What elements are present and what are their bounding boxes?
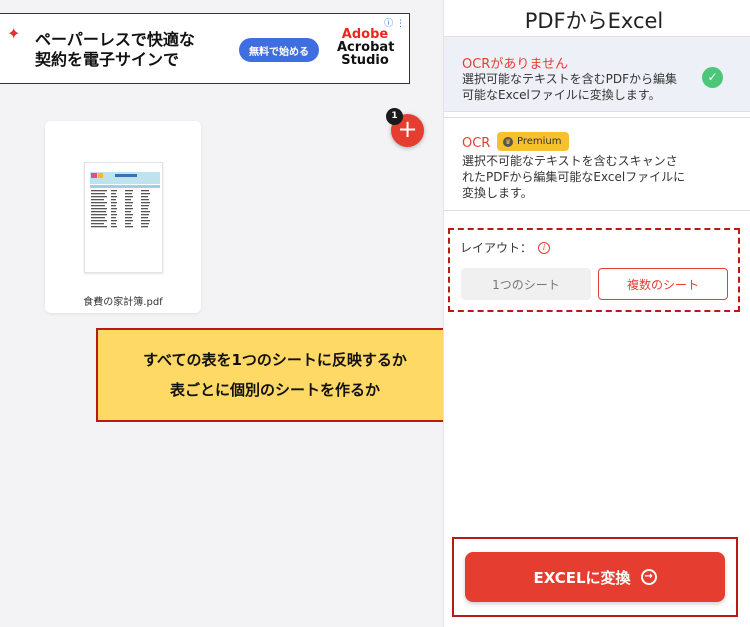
ad-headline-line2: 契約を電子サインで <box>35 50 180 69</box>
convert-excel-button[interactable]: EXCELに変換 → <box>465 552 725 602</box>
premium-badge: ♛ Premium <box>497 132 569 151</box>
option-no-ocr[interactable]: OCRがありません 選択可能なテキストを含むPDFから編集 可能なExcelファ… <box>444 36 750 112</box>
ad-headline: ペーパーレスで快適な 契約を電子サインで <box>35 30 195 70</box>
pdf-thumbnail <box>84 162 163 273</box>
option-no-ocr-desc: 選択可能なテキストを含むPDFから編集 可能なExcelファイルに変換します。 <box>462 71 677 103</box>
option-ocr-desc: 選択不可能なテキストを含むスキャンさ れたPDFから編集可能なExcelファイル… <box>462 153 685 201</box>
option-ocr-desc-line2: れたPDFから編集可能なExcelファイルに <box>462 170 686 184</box>
file-name: 食費の家計簿.pdf <box>83 297 163 308</box>
option-no-ocr-desc-line1: 選択可能なテキストを含むPDFから編集 <box>462 72 678 86</box>
layout-section: レイアウト： i 1つのシート 複数のシート <box>448 228 740 312</box>
annotation-callout: すべての表を1つのシートに反映するか 表ごとに個別のシートを作るか <box>96 328 454 422</box>
arrow-right-icon: → <box>640 569 657 585</box>
ad-headline-line1: ペーパーレスで快適な <box>35 30 195 49</box>
info-icon[interactable]: i <box>538 241 551 254</box>
ad-cta-button[interactable]: 無料で始める <box>239 38 319 62</box>
convert-highlight: EXCELに変換 → <box>452 537 738 617</box>
adobe-logo-line3: Studio <box>341 53 389 68</box>
layout-multiple-sheets-button[interactable]: 複数のシート <box>598 268 728 300</box>
option-ocr-title: OCR <box>462 136 491 151</box>
callout-line2: 表ごとに個別のシートを作るか <box>169 381 380 399</box>
crown-icon: ♛ <box>503 136 513 147</box>
option-ocr-desc-line3: 変換します。 <box>462 186 533 200</box>
panel-title: PDFからExcel <box>524 9 664 33</box>
file-card[interactable]: 食費の家計簿.pdf <box>45 121 201 313</box>
sparkle-icon: ✦ <box>7 24 21 43</box>
adobe-logo: Adobe Acrobat Studio <box>337 28 394 68</box>
option-ocr-desc-line1: 選択不可能なテキストを含むスキャンさ <box>462 154 678 168</box>
callout-line1: すべての表を1つのシートに反映するか <box>143 351 407 369</box>
premium-label: Premium <box>517 136 562 147</box>
check-icon: ✓ <box>702 67 723 88</box>
convert-label: EXCELに変換 <box>533 568 631 587</box>
pdf-thumbnail-image <box>90 172 160 228</box>
file-count-badge: 1 <box>386 108 403 125</box>
option-no-ocr-title: OCRがありません <box>462 57 568 72</box>
option-no-ocr-desc-line2: 可能なExcelファイルに変換します。 <box>462 88 661 102</box>
workspace: ✦ ペーパーレスで快適な 契約を電子サインで 無料で始める Adobe Acro… <box>0 0 454 627</box>
options-panel: PDFからExcel OCRがありません 選択可能なテキストを含むPDFから編集… <box>443 0 750 627</box>
ad-banner[interactable]: ✦ ペーパーレスで快適な 契約を電子サインで 無料で始める Adobe Acro… <box>0 13 410 84</box>
layout-label: レイアウト： i <box>460 239 551 256</box>
option-ocr[interactable]: OCR ♛ Premium 選択不可能なテキストを含むスキャンさ れたPDFから… <box>444 117 750 211</box>
layout-single-sheet-button[interactable]: 1つのシート <box>461 268 591 300</box>
layout-label-text: レイアウト： <box>460 241 533 255</box>
ad-info-icon[interactable]: ⓘ ⋮ <box>384 16 405 29</box>
